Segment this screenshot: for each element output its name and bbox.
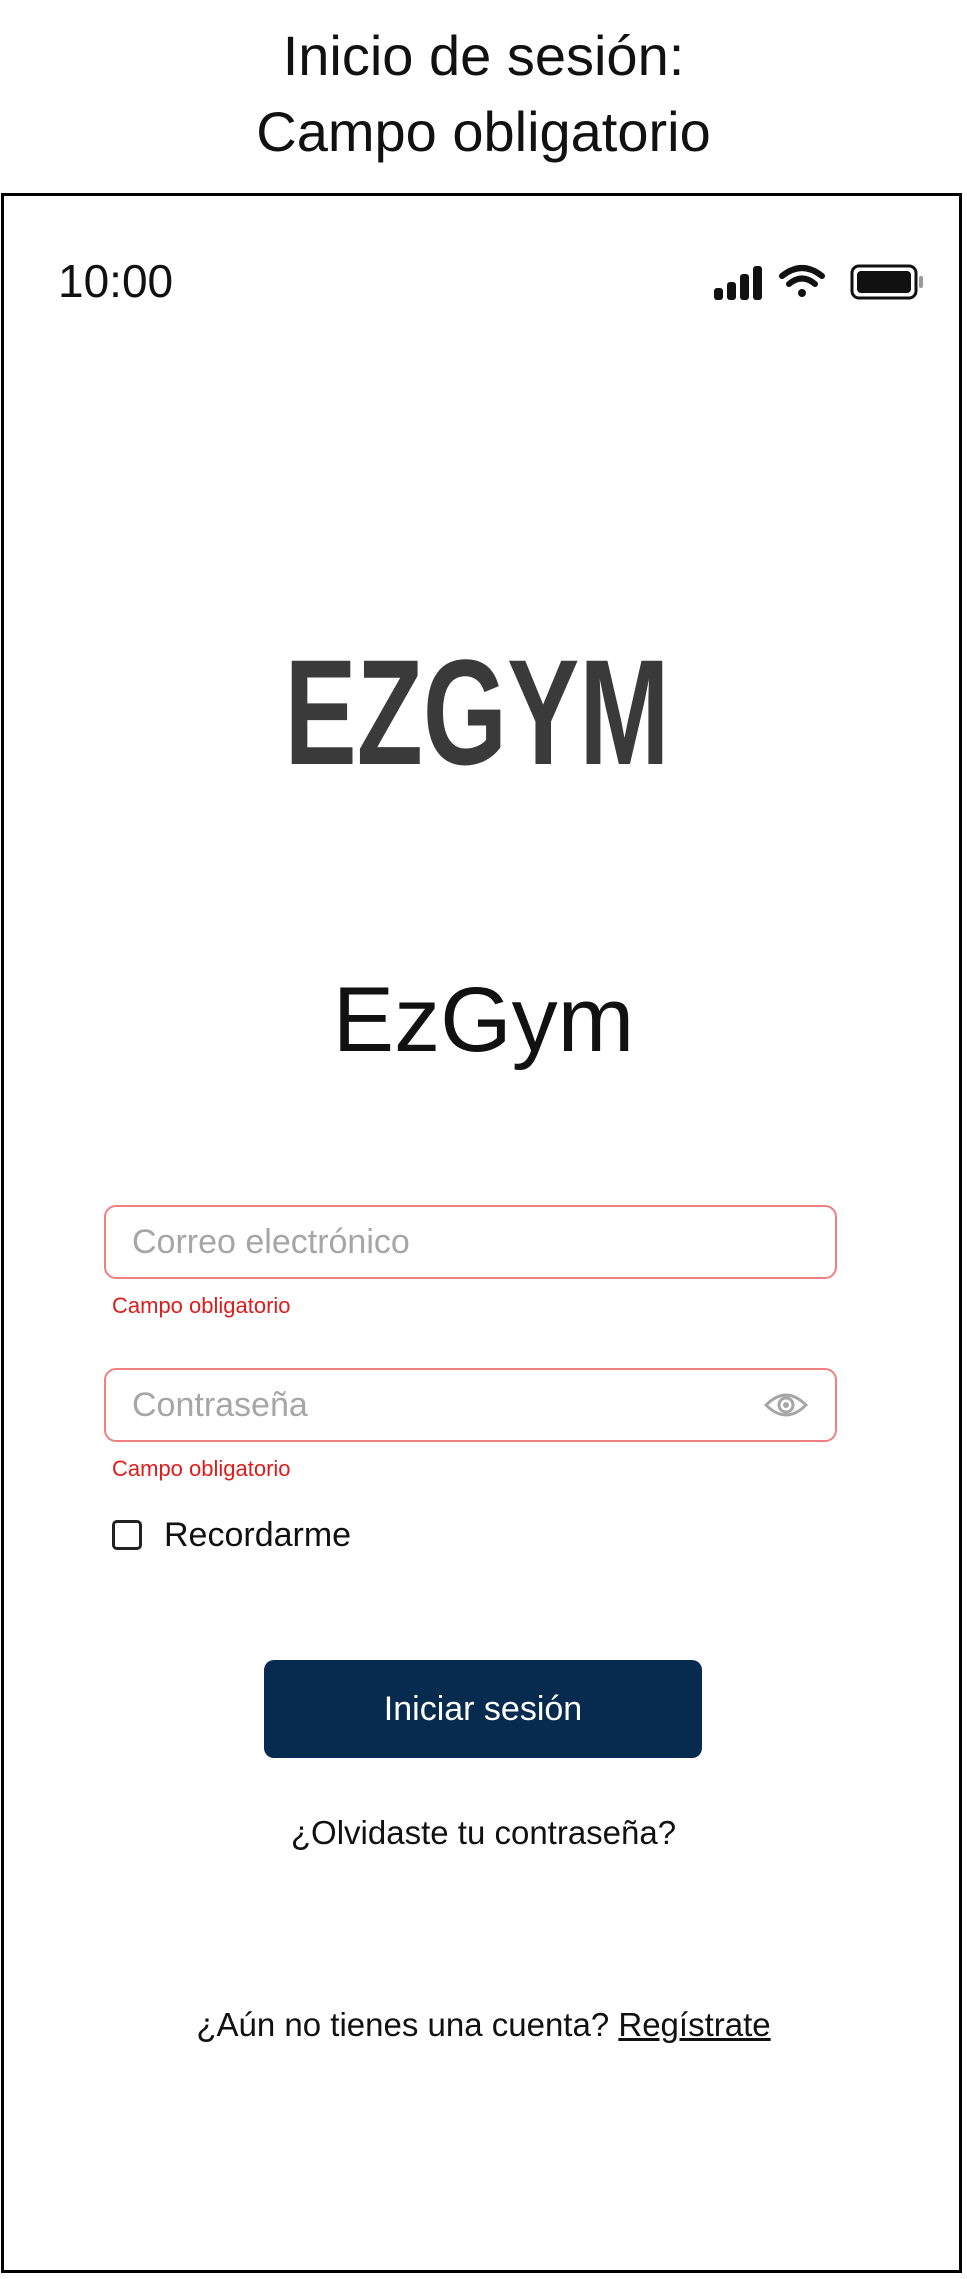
signup-link[interactable]: Regístrate: [618, 2006, 770, 2043]
login-button[interactable]: Iniciar sesión: [264, 1660, 702, 1758]
ezgym-logo: EZGYM: [285, 628, 670, 778]
signup-prompt: ¿Aún no tienes una cuenta?: [196, 2006, 619, 2043]
remember-label: Recordarme: [164, 1515, 352, 1554]
wifi-icon: [779, 265, 825, 297]
caption-line-1: Inicio de sesión:: [282, 24, 685, 87]
status-time: 10:00: [58, 255, 174, 307]
email-field[interactable]: Correo electrónico: [104, 1205, 837, 1279]
forgot-password-link[interactable]: ¿Olvidaste tu contraseña?: [0, 1814, 967, 1852]
caption-line-2: Campo obligatorio: [256, 100, 711, 163]
eye-icon[interactable]: [763, 1389, 809, 1421]
signal-icon: [714, 266, 762, 300]
page-caption: Inicio de sesión: Campo obligatorio: [0, 18, 967, 170]
status-icons: [714, 264, 923, 300]
logo-wordmark: EZGYM: [285, 628, 670, 778]
battery-icon: [850, 264, 923, 300]
password-placeholder: Contraseña: [132, 1386, 308, 1424]
email-error-message: Campo obligatorio: [112, 1293, 291, 1318]
password-field[interactable]: Contraseña: [104, 1368, 837, 1442]
email-placeholder: Correo electrónico: [132, 1223, 410, 1261]
app-name: EzGym: [332, 969, 635, 1071]
remember-checkbox[interactable]: [112, 1520, 142, 1550]
signup-row: ¿Aún no tienes una cuenta? Regístrate: [0, 2006, 967, 2044]
remember-me[interactable]: Recordarme: [112, 1515, 351, 1555]
password-error-message: Campo obligatorio: [112, 1456, 291, 1481]
